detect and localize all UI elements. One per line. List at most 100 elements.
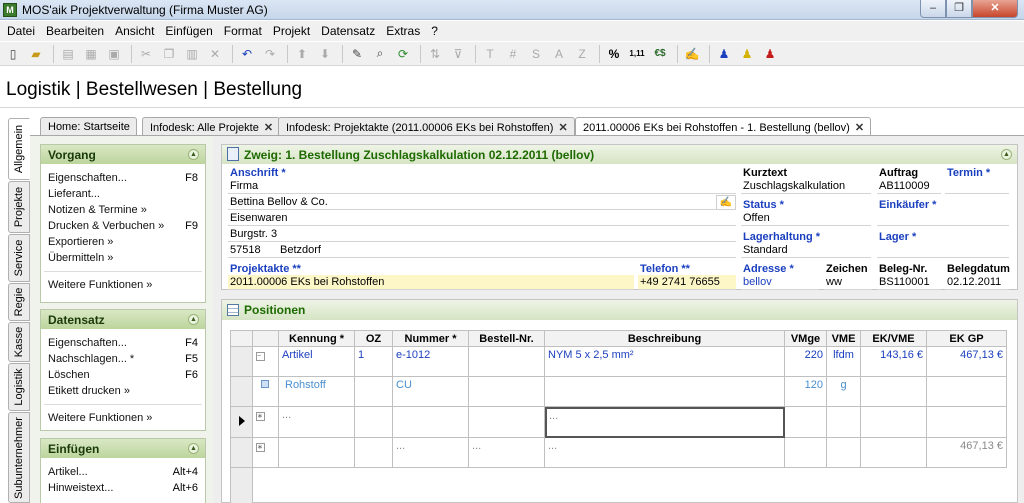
action-notizen-termine[interactable]: Notizen & Termine » bbox=[41, 202, 205, 218]
user-blue-icon[interactable]: ♟ bbox=[714, 44, 734, 64]
cell-bestellnr[interactable] bbox=[468, 406, 545, 438]
cell-beschreibung[interactable]: ... bbox=[544, 437, 785, 468]
cell-beschreibung-editing[interactable]: ... bbox=[544, 406, 785, 438]
collapse-node-icon[interactable]: − bbox=[256, 352, 265, 361]
cell-ekgp[interactable] bbox=[926, 406, 1007, 438]
address-edit-icon[interactable]: ✍ bbox=[716, 195, 736, 210]
action-weitere-funktionen[interactable]: Weitere Funktionen » bbox=[41, 410, 205, 426]
menu-projekt[interactable]: Projekt bbox=[268, 21, 315, 41]
search-icon[interactable]: ⌕ bbox=[370, 44, 390, 64]
action-loeschen[interactable]: Löschen F6 bbox=[41, 367, 205, 383]
col-header-ekgp[interactable]: EK GP bbox=[926, 330, 1007, 347]
col-header-beschreibung[interactable]: Beschreibung bbox=[544, 330, 785, 347]
col-header-kennung[interactable]: Kennung * bbox=[278, 330, 355, 347]
cell-ekgp[interactable]: 467,13 € bbox=[926, 346, 1007, 377]
table-row[interactable]: − Artikel 1 e-1012 NYM 5 x 2,5 mm² 220 l… bbox=[230, 346, 1007, 377]
projektakte-field[interactable]: 2011.00006 EKs bei Rohstoffen bbox=[228, 275, 634, 290]
adresse-field[interactable]: bellov bbox=[741, 275, 819, 290]
auftrag-field[interactable]: AB110009 bbox=[877, 179, 941, 194]
cell-ekvme[interactable] bbox=[860, 437, 927, 468]
menu-format[interactable]: Format bbox=[219, 21, 267, 41]
cell-kennung[interactable] bbox=[278, 437, 355, 468]
vtab-logistik[interactable]: Logistik bbox=[8, 363, 30, 411]
anschrift-line-1[interactable]: Firma bbox=[228, 179, 736, 194]
vtab-projekte[interactable]: Projekte bbox=[8, 181, 30, 233]
sum-position-icon[interactable]: S bbox=[526, 44, 546, 64]
anschrift-line-2[interactable]: Bettina Bellov & Co. bbox=[228, 195, 716, 210]
action-eigenschaften[interactable]: Eigenschaften... F4 bbox=[41, 335, 205, 351]
close-tab-icon[interactable]: ✕ bbox=[264, 122, 273, 134]
lagerhaltung-field[interactable]: Standard bbox=[741, 243, 871, 258]
cell-ekgp[interactable]: 467,13 € bbox=[926, 437, 1007, 468]
table-row-new[interactable]: ∗ ... ... ... 467,13 € bbox=[230, 437, 1007, 468]
number-position-icon[interactable]: # bbox=[503, 44, 523, 64]
user-red-icon[interactable]: ♟ bbox=[760, 44, 780, 64]
cell-vmge[interactable]: 220 bbox=[784, 346, 827, 377]
cell-ekvme[interactable] bbox=[860, 376, 927, 407]
refresh-icon[interactable]: ⟳ bbox=[393, 44, 413, 64]
menu-extras[interactable]: Extras bbox=[381, 21, 425, 41]
anschrift-line-3[interactable]: Eisenwaren bbox=[228, 211, 736, 226]
cell-oz[interactable] bbox=[354, 437, 393, 468]
cell-vmge[interactable] bbox=[784, 406, 827, 438]
cell-bestellnr[interactable] bbox=[468, 346, 545, 377]
sign-icon[interactable]: ✍ bbox=[682, 44, 702, 64]
move-down-icon[interactable]: ⬇ bbox=[315, 44, 335, 64]
text-position-icon[interactable]: T bbox=[480, 44, 500, 64]
einkaeufer-field[interactable] bbox=[877, 211, 1009, 226]
collapse-icon[interactable]: ▲ bbox=[188, 443, 199, 454]
cell-oz[interactable] bbox=[354, 376, 393, 407]
lager-field[interactable] bbox=[877, 243, 1009, 258]
cell-vmge[interactable]: 120 bbox=[784, 376, 827, 407]
minimize-button[interactable]: – bbox=[920, 0, 946, 18]
save-icon[interactable]: ▣ bbox=[104, 44, 124, 64]
tab-home[interactable]: Home: Startseite bbox=[40, 117, 137, 136]
action-nachschlagen[interactable]: Nachschlagen... * F5 bbox=[41, 351, 205, 367]
cell-ekvme[interactable] bbox=[860, 406, 927, 438]
action-drucken-verbuchen[interactable]: Drucken & Verbuchen » F9 bbox=[41, 218, 205, 234]
new-document-icon[interactable]: ▯ bbox=[3, 44, 23, 64]
decimal-places-icon[interactable]: 1,11 bbox=[627, 44, 647, 64]
maximize-button[interactable]: ❐ bbox=[946, 0, 972, 18]
vtab-service[interactable]: Service bbox=[8, 234, 30, 282]
plz-field[interactable]: 57518 bbox=[228, 243, 278, 258]
alternative-position-icon[interactable]: A bbox=[549, 44, 569, 64]
redo-icon[interactable]: ↷ bbox=[260, 44, 280, 64]
termin-field[interactable] bbox=[945, 179, 1009, 194]
copy-icon[interactable]: ❐ bbox=[159, 44, 179, 64]
cell-nummer[interactable]: e-1012 bbox=[392, 346, 469, 377]
menu-datei[interactable]: Datei bbox=[2, 21, 40, 41]
col-header-vmge[interactable]: VMge bbox=[784, 330, 827, 347]
belegdatum-field[interactable]: 02.12.2011 bbox=[945, 275, 1009, 290]
action-exportieren[interactable]: Exportieren » bbox=[41, 234, 205, 250]
cell-kennung[interactable]: Artikel bbox=[278, 346, 355, 377]
ort-field[interactable]: Betzdorf bbox=[278, 243, 736, 258]
cell-nummer[interactable]: CU bbox=[392, 376, 469, 407]
cell-vme[interactable]: g bbox=[826, 376, 861, 407]
new-node-icon[interactable]: ∗ bbox=[256, 412, 265, 421]
cut-icon[interactable]: ✂ bbox=[136, 44, 156, 64]
table-row[interactable]: Rohstoff CU 120 g bbox=[230, 376, 1007, 407]
paste-icon[interactable]: ▥ bbox=[182, 44, 202, 64]
tab-bestellung[interactable]: 2011.00006 EKs bei Rohstoffen - 1. Beste… bbox=[575, 117, 872, 137]
action-weitere-funktionen[interactable]: Weitere Funktionen » bbox=[41, 277, 205, 293]
vtab-regie[interactable]: Regie bbox=[8, 283, 30, 321]
currency-icon[interactable]: €$ bbox=[650, 44, 670, 64]
vtab-kasse[interactable]: Kasse bbox=[8, 322, 30, 362]
action-uebermitteln[interactable]: Übermitteln » bbox=[41, 250, 205, 266]
user-yellow-icon[interactable]: ♟ bbox=[737, 44, 757, 64]
belegnr-field[interactable]: BS110001 bbox=[877, 275, 941, 290]
filter-icon[interactable]: ⊽ bbox=[448, 44, 468, 64]
tab-infodesk-projektakte[interactable]: Infodesk: Projektakte (2011.00006 EKs be… bbox=[278, 117, 575, 136]
action-eigenschaften[interactable]: Eigenschaften... F8 bbox=[41, 170, 205, 186]
cell-kennung[interactable]: Rohstoff bbox=[278, 376, 355, 407]
close-tab-icon[interactable]: ✕ bbox=[558, 122, 567, 134]
cell-vme[interactable] bbox=[826, 437, 861, 468]
collapse-icon[interactable]: ▲ bbox=[188, 149, 199, 160]
menu-help[interactable]: ? bbox=[426, 21, 443, 41]
cell-vmge[interactable] bbox=[784, 437, 827, 468]
row-header-current[interactable] bbox=[230, 406, 253, 438]
status-field[interactable]: Offen bbox=[741, 211, 871, 226]
tree-node[interactable]: ∗ bbox=[252, 406, 279, 438]
action-artikel[interactable]: Artikel... Alt+4 bbox=[41, 464, 205, 480]
